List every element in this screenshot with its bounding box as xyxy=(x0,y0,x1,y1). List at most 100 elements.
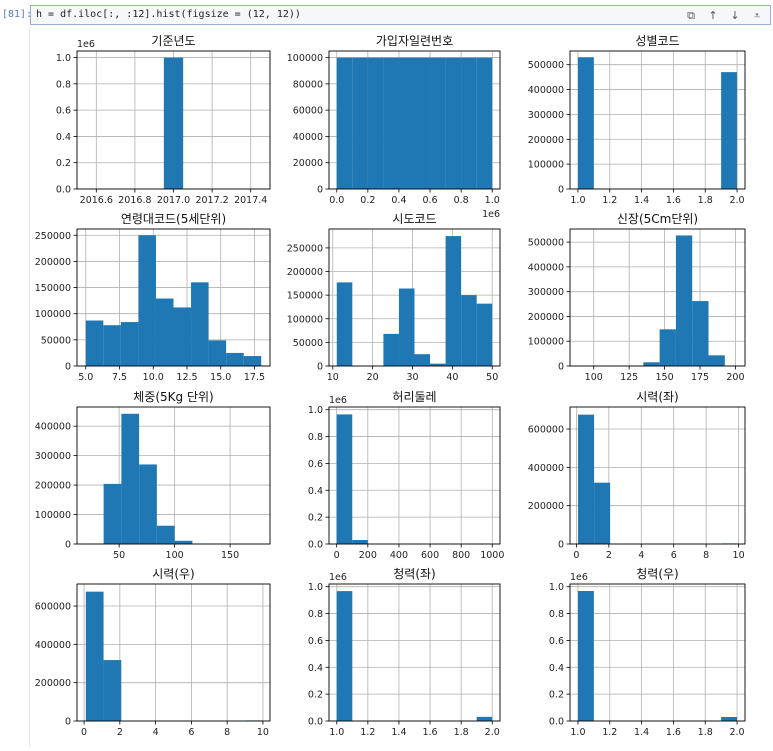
x-tick-label: 20 xyxy=(367,372,379,383)
x-tick-label: 4 xyxy=(153,727,159,738)
y-tick-label: 0 xyxy=(558,185,564,196)
x-tick-label: 2.0 xyxy=(729,195,744,206)
histogram-bar xyxy=(445,236,462,366)
y-tick-label: 400000 xyxy=(35,640,71,651)
histogram-bar xyxy=(336,591,353,721)
y-tick-label: 0.6 xyxy=(308,636,323,647)
y-tick-label: 0 xyxy=(65,362,71,373)
x-tick-label: 1.6 xyxy=(666,727,681,738)
histogram-bar xyxy=(721,716,738,721)
histogram-panel-11: 1.0 1.2 1.4 1.6 1.8 2.0 0.0 0.2 0.4 0.6 0.8 1.0 청력(좌… xyxy=(308,567,501,738)
y-tick-label: 500000 xyxy=(528,60,564,71)
histogram-bar xyxy=(336,414,353,544)
x-tick-label: 1.6 xyxy=(422,727,437,738)
y-offset-label: 1e6 xyxy=(77,39,95,50)
x-tick-label: 1.2 xyxy=(602,195,617,206)
y-tick-label: 200000 xyxy=(528,501,564,512)
x-tick-label: 1.0 xyxy=(329,727,344,738)
histogram-bar xyxy=(430,57,446,190)
x-tick-label: 1.2 xyxy=(602,727,617,738)
histogram-bar xyxy=(721,72,738,189)
histogram-panel-3: 1.0 1.2 1.4 1.6 1.8 2.0 0 100000 200000 300000 400… xyxy=(528,34,746,206)
y-tick-label: 0 xyxy=(317,185,323,196)
x-tick-label: 15.0 xyxy=(210,372,231,383)
y-tick-label: 50000 xyxy=(293,338,323,349)
histogram-bar xyxy=(476,57,493,190)
y-tick-label: 0.6 xyxy=(308,459,323,470)
y-tick-label: 0.8 xyxy=(308,432,323,443)
x-tick-label: 1.4 xyxy=(634,195,649,206)
y-tick-label: 80000 xyxy=(293,79,323,90)
histogram-bar xyxy=(708,355,725,366)
x-tick-label: 10 xyxy=(257,727,269,738)
histogram-bar xyxy=(398,288,415,366)
panel-title: 시력(우) xyxy=(152,567,194,581)
y-tick-label: 0.4 xyxy=(308,663,323,674)
x-tick-label: 800 xyxy=(452,550,470,561)
x-tick-label: 8 xyxy=(224,727,230,738)
y-tick-label: 0.4 xyxy=(56,132,71,143)
x-tick-label: 10.0 xyxy=(143,372,164,383)
histogram-bar xyxy=(85,591,104,721)
x-tick-label: 30 xyxy=(406,372,418,383)
y-tick-label: 100000 xyxy=(287,53,323,64)
histogram-bar xyxy=(191,282,209,366)
x-tick-label: 1.0 xyxy=(570,727,585,738)
panel-title: 허리둘레 xyxy=(392,390,436,404)
histogram-panel-6: 100 125 150 175 200 0 100000 200000 300000 400000… xyxy=(528,212,746,383)
x-tick-label: 0 xyxy=(334,550,340,561)
histogram-bar xyxy=(173,307,192,366)
y-tick-label: 200000 xyxy=(528,312,564,323)
x-tick-label: 2 xyxy=(117,727,123,738)
y-tick-label: 0.2 xyxy=(56,158,71,169)
y-tick-label: 0.2 xyxy=(308,690,323,701)
panel-title: 가입자일련번호 xyxy=(376,34,453,48)
x-tick-label: 0 xyxy=(81,727,87,738)
y-tick-label: 0.4 xyxy=(549,663,564,674)
histogram-bar xyxy=(103,660,122,721)
axes-frame xyxy=(569,50,746,190)
histogram-bar xyxy=(121,413,140,544)
panel-title: 신장(5Cm단위) xyxy=(617,212,698,226)
y-tick-label: 100000 xyxy=(528,160,564,171)
y-tick-label: 50000 xyxy=(41,335,71,346)
y-offset-label: 1e6 xyxy=(329,572,347,583)
x-tick-label: 1.8 xyxy=(454,727,469,738)
histogram-bar xyxy=(139,464,157,544)
panel-title: 시력(좌) xyxy=(636,390,678,404)
histogram-bar xyxy=(367,57,384,190)
y-tick-label: 0 xyxy=(558,362,564,373)
y-tick-label: 250000 xyxy=(35,231,71,242)
y-tick-label: 200000 xyxy=(35,257,71,268)
histogram-bar xyxy=(476,303,493,366)
histogram-bar xyxy=(352,539,368,544)
y-tick-label: 1.0 xyxy=(308,405,323,416)
y-tick-label: 400000 xyxy=(35,422,71,433)
y-tick-label: 1.0 xyxy=(308,582,323,593)
y-tick-label: 0.0 xyxy=(549,717,564,728)
histogram-bar xyxy=(156,525,175,544)
histogram-bar xyxy=(103,325,121,366)
panel-title: 시도코드 xyxy=(392,212,436,226)
y-tick-label: 0.8 xyxy=(56,79,71,90)
y-tick-label: 100000 xyxy=(287,314,323,325)
y-tick-label: 1.0 xyxy=(549,582,564,593)
x-tick-label: 1.6 xyxy=(666,195,681,206)
x-tick-label: 2017.4 xyxy=(234,195,267,206)
panel-title: 체중(5Kg 단위) xyxy=(133,390,213,404)
histogram-bar xyxy=(226,352,244,366)
y-tick-label: 600000 xyxy=(528,425,564,436)
panel-title: 기준년도 xyxy=(151,34,195,48)
axes-frame xyxy=(569,583,746,722)
histogram-bar xyxy=(461,295,477,366)
y-tick-label: 200000 xyxy=(35,481,71,492)
y-tick-label: 0.6 xyxy=(56,106,71,117)
x-tick-label: 17.5 xyxy=(244,372,265,383)
y-tick-label: 0.6 xyxy=(549,636,564,647)
y-tick-label: 100000 xyxy=(35,510,71,521)
histogram-bar xyxy=(577,57,594,189)
y-tick-label: 0.8 xyxy=(308,609,323,620)
y-tick-label: 0 xyxy=(65,540,71,551)
x-tick-label: 175 xyxy=(691,372,709,383)
x-tick-label: 1.8 xyxy=(698,727,713,738)
